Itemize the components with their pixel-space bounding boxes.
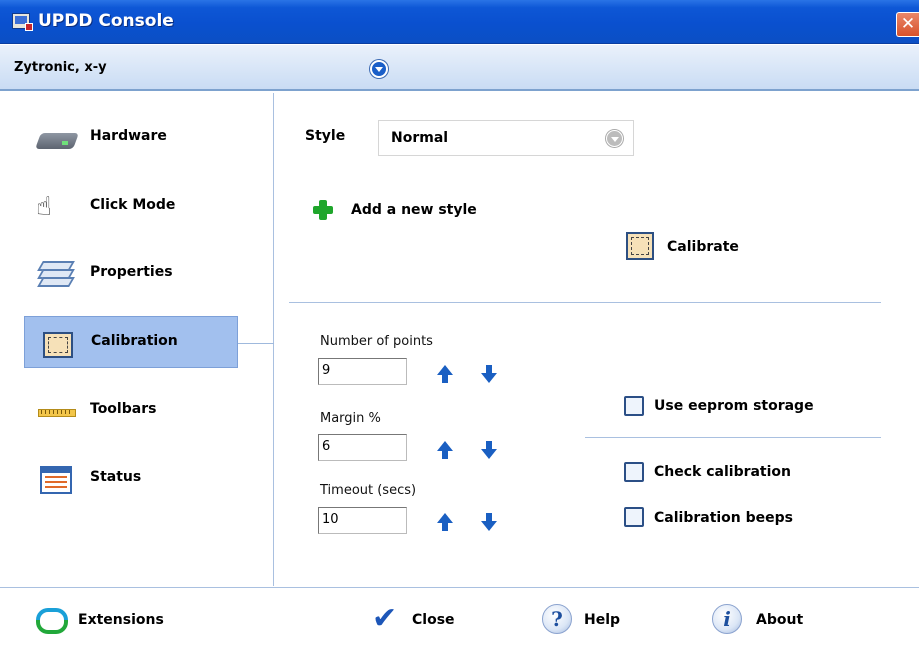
sidebar-item-hardware[interactable]: Hardware [24,112,238,164]
sidebar-item-label: Click Mode [90,197,176,213]
window-close-button[interactable]: ✕ [896,12,919,37]
about-label: About [756,612,804,628]
selection-connector [238,343,274,344]
about-button[interactable]: i About [712,604,822,636]
timeout-decrease-icon[interactable] [478,513,500,533]
eeprom-checkbox[interactable] [624,396,644,416]
sidebar-item-status[interactable]: Status [24,453,238,505]
device-bar: Zytronic, x-y [0,45,919,91]
check-calibration-checkbox[interactable] [624,462,644,482]
sidebar-item-label: Hardware [90,128,167,144]
check-calibration-label: Check calibration [654,464,792,480]
style-selected-value: Normal [391,130,449,146]
app-icon [12,13,33,31]
style-dropdown[interactable]: Normal [378,120,634,156]
device-dropdown-icon[interactable] [370,60,388,78]
sidebar-item-toolbars[interactable]: Toolbars [24,385,238,437]
layers-icon [36,259,76,289]
timeout-field[interactable]: 10 [318,507,407,534]
extensions-button[interactable]: Extensions [34,604,174,636]
eeprom-label: Use eeprom storage [654,398,814,414]
margin-increase-icon[interactable] [434,441,456,461]
points-label: Number of points [320,334,433,349]
points-field[interactable]: 9 [318,358,407,385]
close-button[interactable]: ✔ Close [372,601,472,636]
calibration-icon [626,232,654,260]
sidebar-item-click-mode[interactable]: ☝ Click Mode [24,181,238,233]
device-name: Zytronic, x-y [14,60,107,75]
hand-pointer-icon: ☝ [36,192,52,222]
calibrate-button[interactable]: Calibrate [626,232,766,264]
info-icon: i [712,604,742,634]
window-title: UPDD Console [38,11,174,31]
help-button[interactable]: ? Help [542,604,642,636]
sidebar-item-label: Properties [90,264,173,280]
sidebar-item-label: Status [90,469,142,485]
plus-icon [313,200,333,220]
sidebar-item-calibration[interactable]: Calibration [24,316,238,368]
chevron-down-icon[interactable] [606,130,623,147]
help-label: Help [584,612,621,628]
points-decrease-icon[interactable] [478,365,500,385]
ruler-icon [36,396,76,426]
help-icon: ? [542,604,572,634]
timeout-label: Timeout (secs) [320,483,417,498]
style-label: Style [305,128,346,144]
status-window-icon [36,464,76,494]
title-bar: UPDD Console ✕ [0,0,919,44]
add-style-label: Add a new style [351,202,477,218]
margin-decrease-icon[interactable] [478,441,500,461]
timeout-increase-icon[interactable] [434,513,456,533]
calibration-beeps-checkbox[interactable] [624,507,644,527]
footer-bar: Extensions ✔ Close ? Help i About [0,587,919,657]
sidebar-item-label: Toolbars [90,401,157,417]
options-divider [585,437,881,438]
section-divider [289,302,881,303]
margin-field[interactable]: 6 [318,434,407,461]
extensions-label: Extensions [78,612,164,628]
refresh-arrows-icon [34,604,68,634]
margin-label: Margin % [320,411,381,426]
close-label: Close [412,612,455,628]
checkmark-icon: ✔ [372,601,398,636]
points-increase-icon[interactable] [434,365,456,385]
calibration-icon [37,328,77,358]
hardware-icon [35,123,79,153]
sidebar-item-properties[interactable]: Properties [24,248,238,300]
calibrate-label: Calibrate [667,239,739,255]
calibration-beeps-label: Calibration beeps [654,510,794,526]
sidebar-item-label: Calibration [91,333,178,349]
